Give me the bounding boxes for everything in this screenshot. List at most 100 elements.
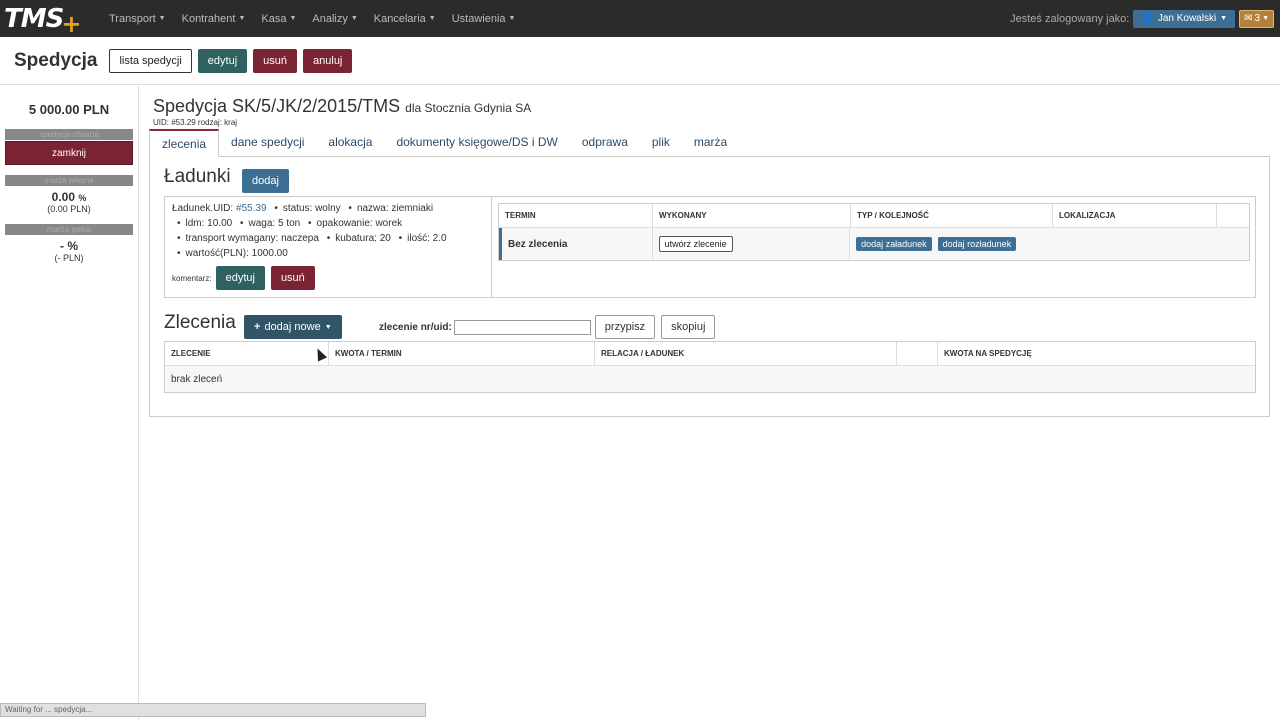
add-loading-button[interactable]: dodaj załadunek	[856, 237, 932, 251]
tab-zlecenia[interactable]: zlecenia	[149, 129, 220, 157]
cargo-volume: kubatura: 20	[335, 233, 391, 244]
logged-in-label: Jesteś zalogowany jako:	[1010, 12, 1130, 25]
cargo-value: wartość(PLN): 1000.00	[185, 248, 288, 259]
cargo-weight: waga: 5 ton	[248, 218, 301, 229]
order-number-label: zlecenie nr/uid:	[379, 321, 452, 333]
shipment-title: Spedycja SK/5/JK/2/2015/TMS dla Stocznia…	[153, 96, 531, 117]
terms-table: TERMIN WYKONANY TYP / KOLEJNOŚĆ LOKALIZA…	[498, 203, 1250, 261]
own-margin-pln: (0.00 PLN)	[47, 204, 91, 214]
cargo-uid-label: Ładunek.UID:	[172, 203, 234, 214]
menu-label: Transport	[109, 12, 156, 25]
edit-button[interactable]: edytuj	[197, 48, 248, 73]
col-termin: TERMIN	[499, 204, 653, 227]
message-count: 3	[1254, 13, 1261, 24]
bullet: •	[308, 218, 312, 229]
cargo-packaging: opakowanie: worek	[316, 218, 403, 229]
full-margin-header: marża pełna	[5, 224, 133, 235]
edit-cargo-button[interactable]: edytuj	[215, 266, 265, 290]
bullet: •	[240, 218, 244, 229]
cargo-ldm: ldm: 10.00	[185, 218, 233, 229]
full-margin-value: - %	[60, 239, 78, 253]
cargo-uid-link[interactable]: #55.39	[236, 203, 267, 214]
orders-table: ZLECENIE KWOTA / TERMIN RELACJA / ŁADUNE…	[164, 341, 1256, 393]
top-navbar: TMS + Transport ▼ Kontrahent ▼ Kasa ▼ Analiz…	[0, 0, 1280, 38]
user-name: Jan Kowalski	[1157, 13, 1217, 24]
cargo-status: status: wolny	[282, 203, 341, 214]
no-orders-row: brak zleceń	[165, 366, 1255, 392]
shipment-number: Spedycja SK/5/JK/2/2015/TMS	[153, 96, 401, 116]
delete-button[interactable]: usuń	[253, 48, 298, 73]
close-shipment-button[interactable]: zamknij	[5, 141, 133, 165]
terms-table-header: TERMIN WYKONANY TYP / KOLEJNOŚĆ LOKALIZA…	[499, 204, 1249, 228]
col-wykonany: WYKONANY	[653, 204, 851, 227]
menu-label: Kasa	[261, 12, 287, 25]
bullet: •	[177, 233, 181, 244]
menu-ustawienia[interactable]: Ustawienia ▼	[444, 13, 524, 25]
add-new-order-button[interactable]: + dodaj nowe ▼	[244, 315, 342, 339]
col-actions	[1217, 204, 1249, 227]
cancel-button[interactable]: anuluj	[303, 48, 353, 73]
bullet: •	[177, 248, 181, 259]
tab-dokumenty[interactable]: dokumenty księgowe/DS i DW	[384, 129, 569, 157]
main-menu: Transport ▼ Kontrahent ▼ Kasa ▼ Analizy ▼ Ka…	[101, 13, 523, 25]
caret-down-icon: ▼	[428, 15, 436, 22]
bullet: •	[274, 203, 278, 214]
tab-alokacja[interactable]: alokacja	[316, 129, 384, 157]
col-empty	[897, 342, 938, 365]
bullet: •	[348, 203, 352, 214]
tab-plik[interactable]: plik	[640, 129, 682, 157]
menu-kasa[interactable]: Kasa ▼	[253, 13, 304, 25]
col-zlecenie: ZLECENIE	[165, 342, 329, 365]
type-cell: dodaj załadunek dodaj rozładunek	[850, 228, 1249, 260]
messages-button[interactable]: ✉ 3 ▼	[1239, 9, 1274, 28]
caret-down-icon: ▼	[508, 15, 516, 22]
cargo-row-4: • wartość(PLN): 1000.00	[172, 248, 491, 263]
add-unloading-button[interactable]: dodaj rozładunek	[937, 237, 1017, 251]
cargo-row-3: • transport wymagany: naczepa • kubatura: …	[172, 233, 491, 248]
logo-plus: +	[61, 9, 81, 38]
done-cell: utwórz zlecenie	[653, 228, 851, 260]
total-amount: 5 000.00 PLN	[28, 102, 110, 117]
copy-button[interactable]: skopiuj	[661, 315, 716, 339]
assign-button[interactable]: przypisz	[594, 315, 656, 339]
cargo-row-1: Ładunek.UID: #55.39 • status: wolny • nazw…	[172, 203, 491, 218]
comment-row: komentarz: edytuj usuń	[172, 266, 491, 290]
col-relacja: RELACJA / ŁADUNEK	[595, 342, 897, 365]
tab-marza[interactable]: marża	[682, 129, 739, 157]
cargo-quantity: ilość: 2.0	[407, 233, 447, 244]
cargo-panel: Ładunek.UID: #55.39 • status: wolny • nazw…	[164, 196, 1256, 298]
delete-cargo-button[interactable]: usuń	[270, 266, 315, 290]
full-margin-pln: (- PLN)	[54, 253, 84, 263]
tabs: zlecenia dane spedycji alokacja dokument…	[149, 129, 1270, 157]
plus-icon: +	[254, 321, 261, 333]
app-logo[interactable]: TMS +	[0, 0, 92, 38]
tab-odprawa[interactable]: odprawa	[570, 129, 640, 157]
nav-right: Jesteś zalogowany jako: 👤 Jan Kowalski ▼…	[1010, 0, 1274, 37]
col-kwota-termin: KWOTA / TERMIN	[329, 342, 595, 365]
order-number-input[interactable]	[453, 319, 591, 335]
add-cargo-button[interactable]: dodaj	[242, 169, 289, 193]
own-margin-header: marża własna	[5, 175, 133, 186]
cargo-section-title: Ładunki	[164, 166, 231, 187]
page-title: Spedycja	[14, 49, 98, 71]
order-assign-controls: zlecenie nr/uid: przypisz skopiuj	[379, 315, 721, 339]
menu-transport[interactable]: Transport ▼	[101, 13, 174, 25]
browser-status-bar: Waiting for ... spedycja...	[0, 703, 426, 717]
user-menu-button[interactable]: 👤 Jan Kowalski ▼	[1133, 9, 1236, 28]
term-cell: Bez zlecenia	[502, 228, 653, 260]
caret-down-icon: ▼	[324, 323, 332, 331]
menu-analizy[interactable]: Analizy ▼	[304, 13, 365, 25]
menu-kancelaria[interactable]: Kancelaria ▼	[366, 13, 444, 25]
tab-panel: Ładunki dodaj Ładunek.UID: #55.39 • statu…	[149, 156, 1270, 417]
margin-unit: %	[78, 193, 87, 203]
cargo-name: nazwa: ziemniaki	[356, 203, 434, 214]
caret-down-icon: ▼	[158, 15, 166, 22]
create-order-button[interactable]: utwórz zlecenie	[658, 236, 733, 252]
caret-down-icon: ▼	[238, 15, 246, 22]
list-shipments-button[interactable]: lista spedycji	[109, 48, 192, 73]
own-margin-value: 0.00 %	[0, 190, 138, 204]
tab-dane-spedycji[interactable]: dane spedycji	[219, 129, 316, 157]
shipment-client: dla Stocznia Gdynia SA	[405, 101, 532, 115]
menu-kontrahent[interactable]: Kontrahent ▼	[174, 13, 254, 25]
add-new-label: dodaj nowe	[264, 321, 321, 333]
